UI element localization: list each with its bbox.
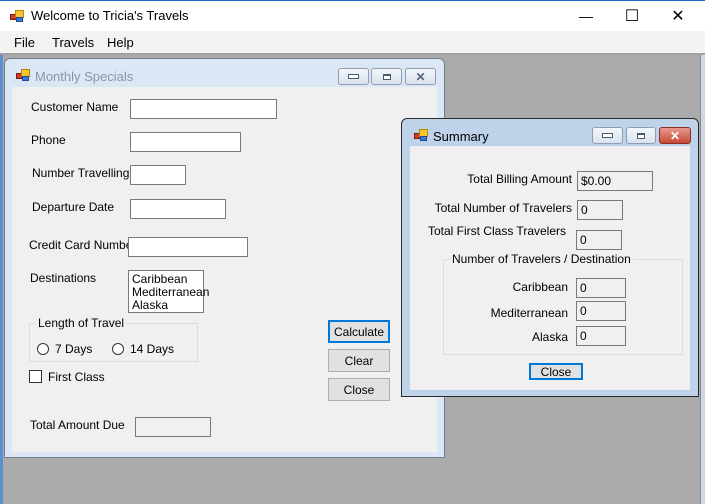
summary-minimize-button[interactable] — [592, 127, 623, 144]
close-icon: ✕ — [669, 128, 681, 143]
main-title-bar: Welcome to Tricia's Travels — ☐ ✕ — [0, 0, 705, 31]
window-left-border — [0, 55, 3, 504]
summary-close-button[interactable]: Close — [529, 363, 583, 380]
radio-14-days-label[interactable]: 14 Days — [130, 342, 174, 356]
credit-card-input[interactable] — [128, 237, 248, 257]
caribbean-count-field: 0 — [576, 278, 626, 298]
summary-close-window-button[interactable]: ✕ — [659, 127, 691, 144]
first-class-travelers-label: Total First Class Travelers — [427, 224, 566, 238]
close-button[interactable]: ✕ — [655, 1, 701, 31]
menu-file[interactable]: File — [14, 35, 35, 50]
customer-name-label: Customer Name — [31, 100, 119, 114]
clear-button[interactable]: Clear — [328, 349, 390, 372]
form-icon — [414, 129, 428, 141]
menu-travels[interactable]: Travels — [52, 35, 94, 50]
child-restore-button[interactable] — [371, 68, 402, 85]
summary-title: Summary — [433, 129, 489, 144]
destination-option[interactable]: Caribbean — [132, 273, 187, 285]
restore-icon — [637, 132, 645, 139]
summary-restore-button[interactable] — [626, 127, 656, 144]
phone-label: Phone — [31, 133, 66, 147]
total-billing-field: $0.00 — [577, 171, 653, 191]
maximize-icon: ☐ — [624, 8, 640, 25]
total-amount-due-field — [135, 417, 211, 437]
mediterranean-label: Mediterranean — [490, 306, 568, 320]
total-amount-due-label: Total Amount Due — [30, 418, 125, 432]
window-title: Welcome to Tricia's Travels — [31, 8, 189, 23]
close-icon: ✕ — [415, 69, 426, 84]
total-travelers-field: 0 — [577, 200, 623, 220]
total-billing-label: Total Billing Amount — [467, 172, 572, 186]
menu-help[interactable]: Help — [107, 35, 134, 50]
monthly-specials-window: Monthly Specials ✕ Customer Name Phone N… — [4, 58, 445, 458]
destinations-label: Destinations — [30, 271, 97, 285]
calculate-button[interactable]: Calculate — [328, 320, 390, 343]
destinations-listbox[interactable]: Caribbean Mediterranean Alaska — [128, 270, 209, 313]
length-of-travel-group: Length of Travel 7 Days 14 Days — [29, 316, 198, 362]
departure-date-label: Departure Date — [32, 200, 115, 214]
total-travelers-label: Total Number of Travelers — [434, 201, 572, 215]
monthly-specials-title: Monthly Specials — [35, 69, 134, 84]
radio-14-days[interactable] — [112, 343, 124, 355]
departure-date-input[interactable] — [130, 199, 226, 219]
destination-option[interactable]: Mediterranean — [132, 286, 209, 298]
first-class-label[interactable]: First Class — [48, 370, 105, 384]
phone-input[interactable] — [130, 132, 241, 152]
travelers-per-destination-label: Number of Travelers / Destination — [450, 252, 633, 266]
mediterranean-count-field: 0 — [576, 301, 626, 321]
close-icon: ✕ — [671, 8, 685, 25]
destination-option[interactable]: Alaska — [132, 299, 168, 311]
caribbean-label: Caribbean — [512, 280, 568, 294]
first-class-checkbox[interactable] — [29, 370, 42, 383]
close-form-button[interactable]: Close — [328, 378, 390, 401]
credit-card-label: Credit Card Number — [29, 238, 137, 252]
number-travelling-label: Number Travelling — [32, 166, 130, 180]
alaska-count-field: 0 — [576, 326, 626, 346]
app-icon — [10, 10, 24, 22]
travelers-per-destination-group: Number of Travelers / Destination Caribb… — [443, 252, 683, 355]
customer-name-input[interactable] — [130, 99, 277, 119]
summary-client: Total Billing Amount $0.00 Total Number … — [410, 146, 690, 390]
window-right-border — [700, 55, 705, 504]
summary-window: Summary ✕ Total Billing Amount $0.00 Tot… — [401, 118, 699, 397]
first-class-travelers-field: 0 — [576, 230, 622, 250]
length-of-travel-label: Length of Travel — [36, 316, 127, 330]
number-travelling-input[interactable] — [130, 165, 186, 185]
minimize-button[interactable]: — — [563, 1, 609, 31]
minimize-icon — [602, 133, 613, 138]
radio-7-days[interactable] — [37, 343, 49, 355]
maximize-button[interactable]: ☐ — [609, 1, 655, 31]
child-close-button[interactable]: ✕ — [405, 68, 436, 85]
alaska-label: Alaska — [531, 330, 568, 344]
radio-7-days-label[interactable]: 7 Days — [55, 342, 92, 356]
form-icon — [16, 69, 30, 81]
restore-icon — [382, 73, 391, 80]
minimize-icon: — — [579, 8, 593, 24]
menu-bar: File Travels Help — [0, 31, 705, 55]
monthly-specials-client: Customer Name Phone Number Travelling De… — [12, 87, 437, 452]
child-minimize-button[interactable] — [338, 68, 369, 85]
minimize-icon — [348, 74, 359, 79]
